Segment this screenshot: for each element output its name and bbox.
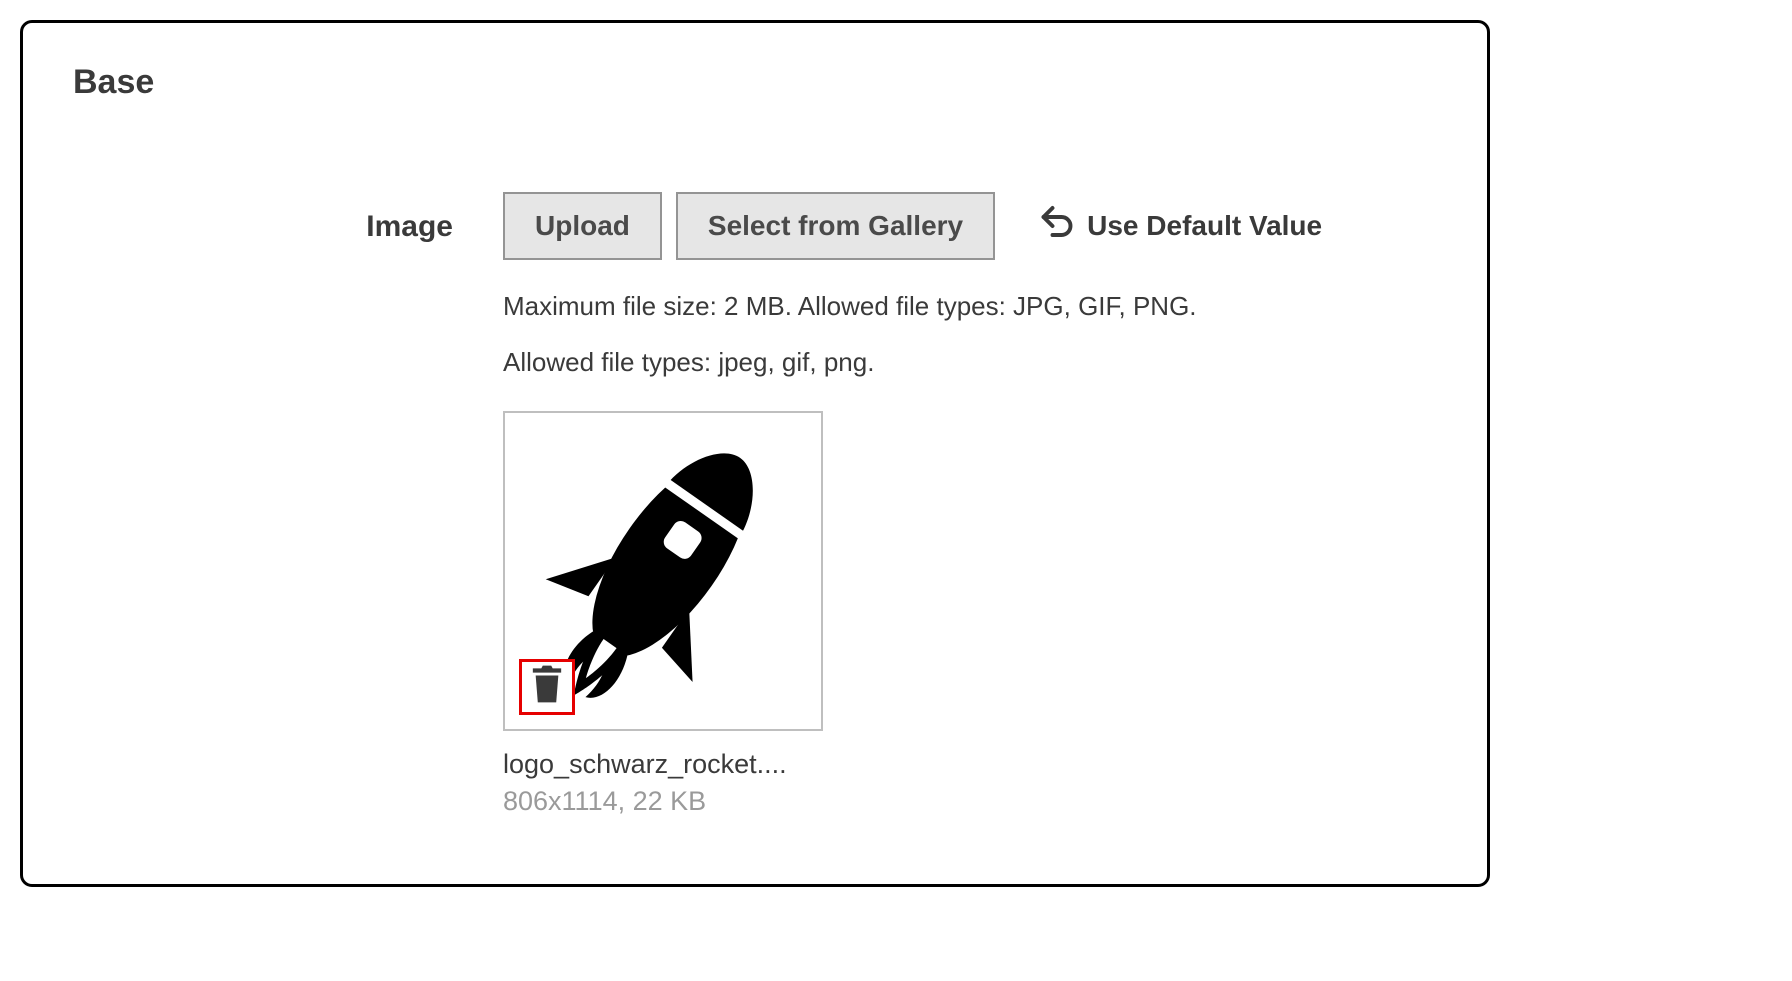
delete-image-button[interactable] bbox=[519, 659, 575, 715]
image-field-row: Image Upload Select from Gallery Use Def… bbox=[73, 192, 1437, 817]
help-text-1: Maximum file size: 2 MB. Allowed file ty… bbox=[503, 288, 1437, 324]
image-thumbnail[interactable] bbox=[503, 411, 823, 731]
section-title: Base bbox=[73, 63, 1437, 102]
file-name: logo_schwarz_rocket.... bbox=[503, 749, 823, 780]
help-text-2: Allowed file types: jpeg, gif, png. bbox=[503, 344, 1437, 380]
image-thumbnail-wrap: logo_schwarz_rocket.... 806x1114, 22 KB bbox=[503, 411, 823, 817]
undo-icon bbox=[1039, 205, 1075, 248]
select-from-gallery-button[interactable]: Select from Gallery bbox=[676, 192, 995, 260]
base-section-panel: Base Image Upload Select from Gallery Us… bbox=[20, 20, 1490, 887]
image-field-label: Image bbox=[73, 192, 453, 244]
file-meta: 806x1114, 22 KB bbox=[503, 786, 823, 817]
image-field-body: Upload Select from Gallery Use Default V… bbox=[503, 192, 1437, 817]
use-default-value-link[interactable]: Use Default Value bbox=[1039, 205, 1322, 248]
upload-button[interactable]: Upload bbox=[503, 192, 662, 260]
use-default-value-label: Use Default Value bbox=[1087, 210, 1322, 242]
trash-icon bbox=[530, 664, 564, 709]
image-button-row: Upload Select from Gallery Use Default V… bbox=[503, 192, 1437, 260]
